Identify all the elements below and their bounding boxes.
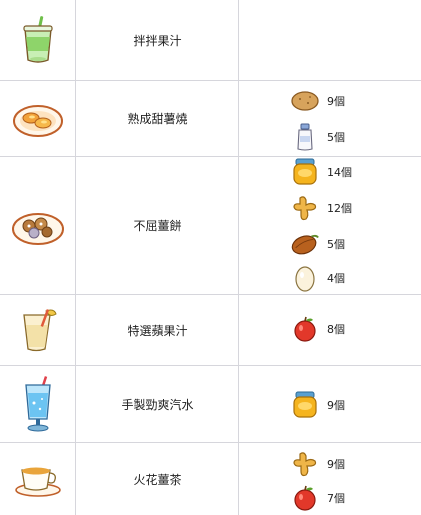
dish-image-cell [0,81,75,156]
dish-image-cell [0,157,75,294]
materials-cell: 8個 [239,295,421,365]
potato-icon [291,87,319,115]
dish-image-cell [0,0,75,80]
dish-image-cell [0,366,75,442]
egg-icon [291,264,319,292]
table-row: 手製勁爽汽水 9個 [0,366,421,443]
ginger-icon [291,194,319,222]
material-item: 12個 [291,193,352,223]
table-row: 拌拌果汁 [0,0,421,81]
table-row: 熟成甜薯燒 9個 5個 [0,81,421,157]
dish-name: 火花薑茶 [133,472,182,487]
material-count: 9個 [327,458,345,471]
milk-bottle-icon [291,123,319,151]
material-item: 9個 [291,390,345,420]
dish-name: 手製勁爽汽水 [121,397,194,412]
dish-name: 特選蘋果汁 [127,323,188,338]
material-item: 4個 [291,263,345,293]
apple-juice-glass-icon [22,309,57,352]
table-row: 不屈薑餅 14個 12個 5個 4個 [0,157,421,295]
soda-glass-icon [24,376,51,432]
dish-name: 拌拌果汁 [133,33,182,48]
materials-cell [239,0,421,80]
dish-name: 熟成甜薯燒 [127,112,188,126]
ginger-icon [291,450,319,478]
material-count: 4個 [327,272,345,285]
apple-icon [291,315,319,343]
honey-jar-icon [291,391,319,419]
ginger-tea-cup-icon [14,467,61,497]
sweet-potato-dish-icon [12,104,63,137]
gingerbread-plate-icon [11,212,64,245]
material-item: 7個 [291,483,345,513]
dish-name: 不屈薑餅 [133,219,182,233]
materials-cell: 14個 12個 5個 4個 [239,157,421,294]
material-count: 5個 [327,238,345,251]
material-count: 9個 [327,95,345,108]
material-count: 12個 [327,202,352,215]
material-count: 5個 [327,131,345,144]
material-item: 5個 [291,122,345,152]
apple-icon [291,484,319,512]
material-item: 5個 [291,229,345,259]
honey-jar-icon [291,158,319,186]
material-count: 7個 [327,492,345,505]
dish-image-cell [0,443,75,515]
materials-cell: 9個 7個 [239,443,421,515]
material-item: 8個 [291,314,345,344]
material-item: 9個 [291,86,345,116]
materials-cell: 9個 [239,366,421,442]
material-count: 9個 [327,399,345,412]
cacao-pod-icon [291,230,319,258]
material-count: 8個 [327,323,345,336]
recipe-table: 拌拌果汁 熟成甜薯燒 9個 5個 不屈薑餅 14個 12個 5個 4個 特選蘋果… [0,0,421,515]
table-row: 火花薑茶 9個 7個 [0,443,421,515]
table-row: 特選蘋果汁 8個 [0,295,421,366]
green-smoothie-icon [22,16,53,63]
materials-cell: 9個 5個 [239,81,421,156]
material-item: 14個 [291,157,352,187]
material-count: 14個 [327,166,352,179]
material-item: 9個 [291,449,345,479]
dish-image-cell [0,295,75,365]
